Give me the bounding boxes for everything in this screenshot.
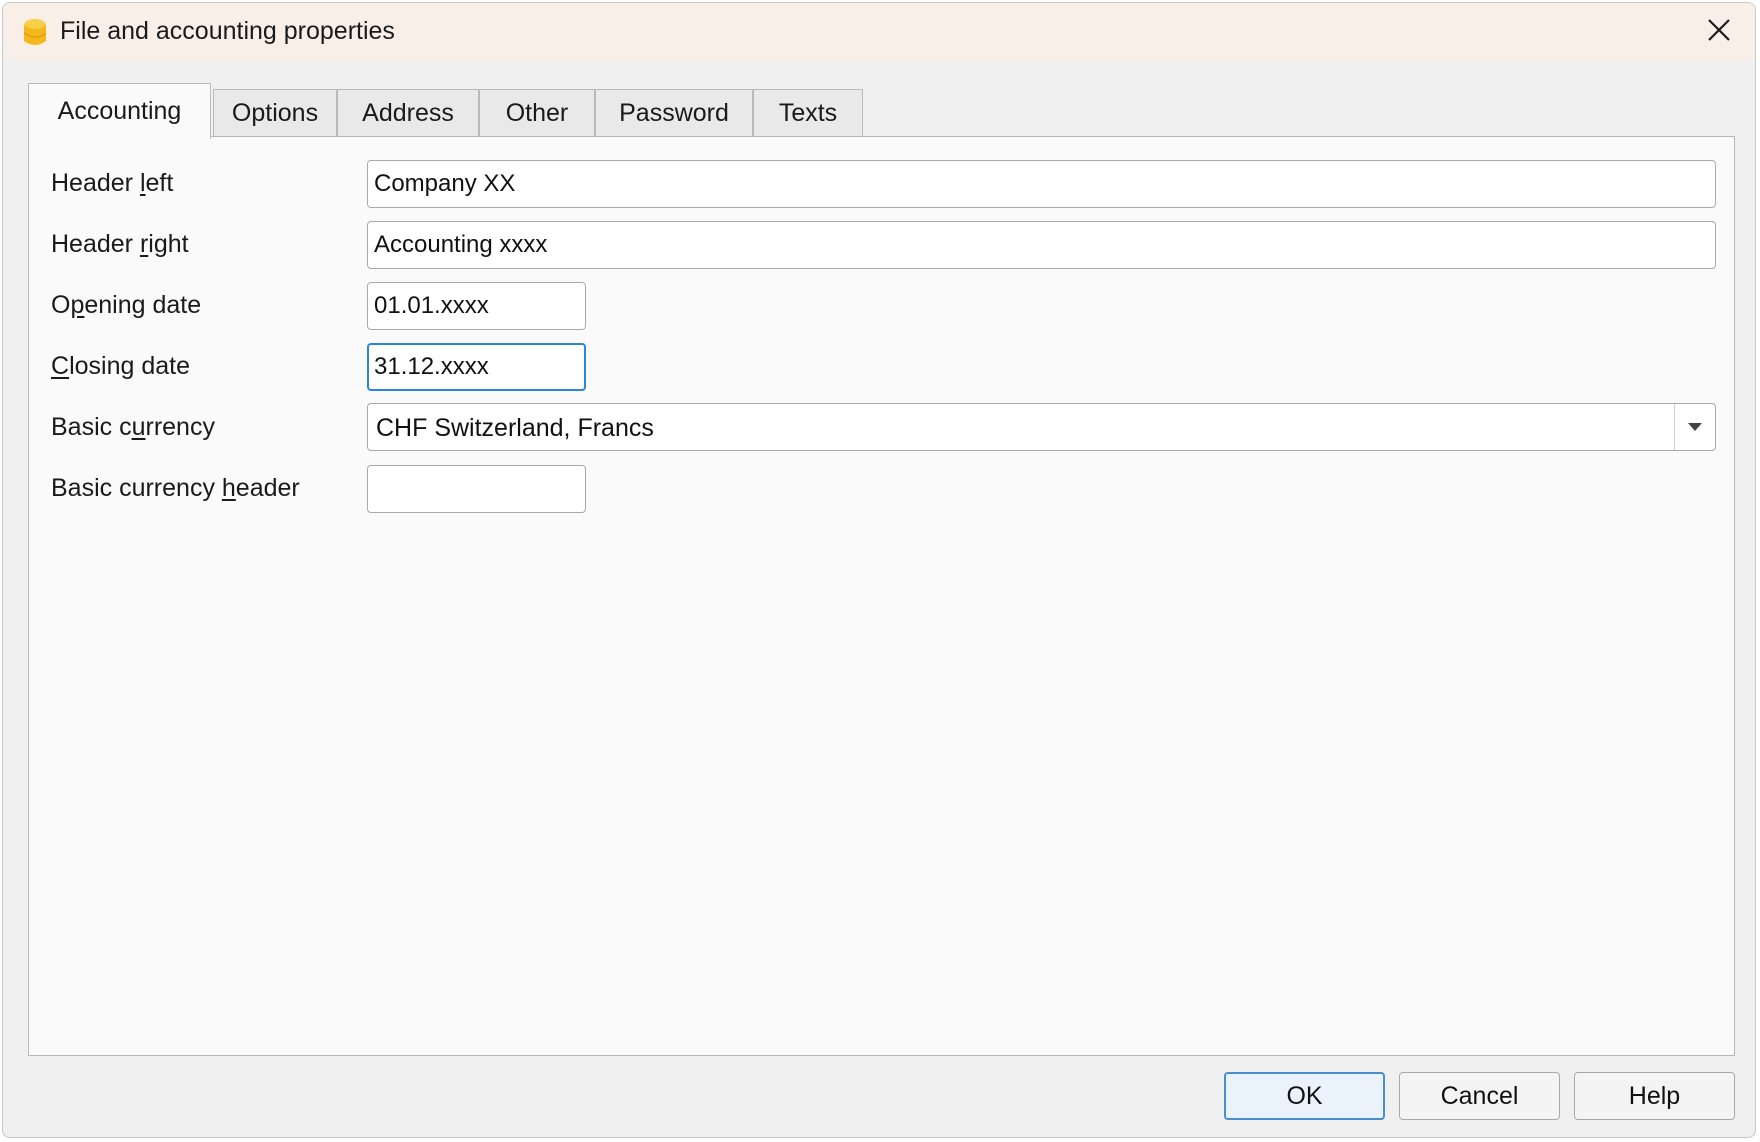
banana-accounting-icon [21,16,51,48]
tab-options[interactable]: Options [213,89,337,137]
tab-texts[interactable]: Texts [753,89,863,137]
title-bar: File and accounting properties [3,3,1755,61]
tab-accounting[interactable]: Accounting [28,83,211,139]
window-title: File and accounting properties [60,17,395,45]
header-left-field[interactable] [367,160,1716,208]
dropdown-arrow-icon[interactable] [1674,404,1715,450]
opening-date-label: Opening date [51,291,202,319]
closing-date-label: Closing date [51,352,190,380]
cancel-button[interactable]: Cancel [1399,1072,1560,1120]
basic-currency-value: CHF Switzerland, Francs [376,414,654,442]
basic-currency-header-field[interactable] [367,465,586,513]
header-left-label: Header left [51,169,174,197]
opening-date-field[interactable] [367,282,586,330]
basic-currency-select[interactable]: CHF Switzerland, Francs [367,403,1716,451]
dialog-window: File and accounting properties Accountin… [2,2,1756,1138]
close-icon [1707,18,1731,47]
basic-currency-header-label: Basic currency header [51,474,300,502]
tab-password[interactable]: Password [595,89,753,137]
tab-other[interactable]: Other [479,89,595,137]
header-right-field[interactable] [367,221,1716,269]
ok-button[interactable]: OK [1224,1072,1385,1120]
help-button[interactable]: Help [1574,1072,1735,1120]
tab-address[interactable]: Address [337,89,479,137]
accounting-panel: Header left Header right Opening date Cl… [28,136,1735,1056]
closing-date-field[interactable] [367,343,586,391]
header-right-label: Header right [51,230,189,258]
close-button[interactable] [1689,7,1749,57]
basic-currency-label: Basic currency [51,413,215,441]
